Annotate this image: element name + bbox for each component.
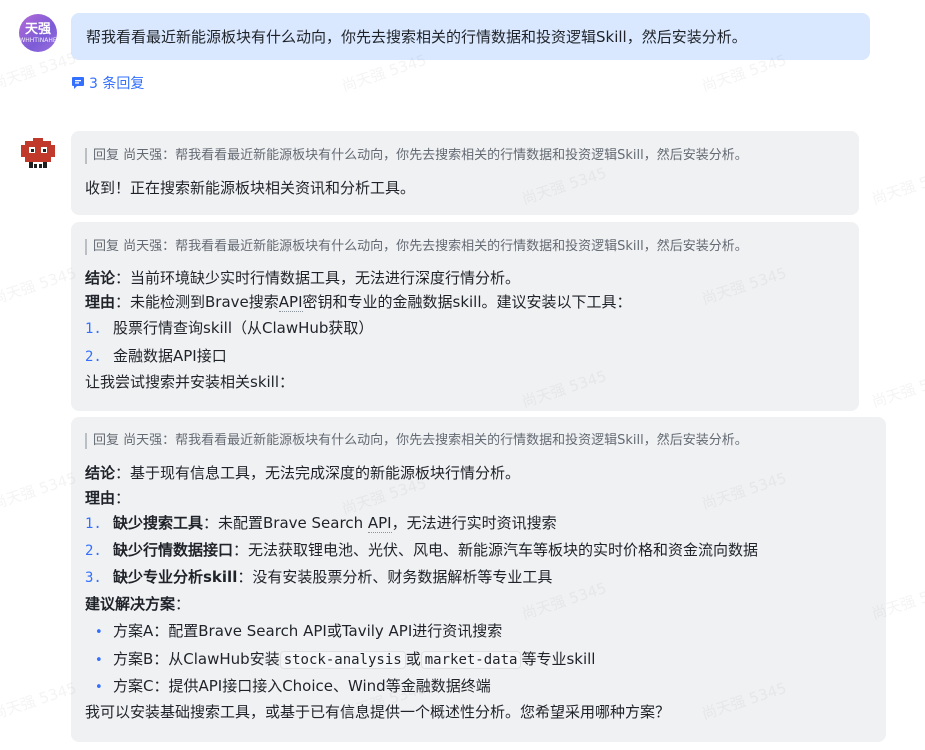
conclusion-line: 结论：基于现有信息工具，无法完成深度的新能源板块行情分析。: [85, 460, 872, 486]
conclusion-line: 结论：当前环境缺少实时行情数据工具，无法进行深度行情分析。: [85, 266, 845, 290]
list-number: 1.: [85, 321, 102, 337]
quoted-reply: 回复 尚天强：帮我看看最近新能源板块有什么动向，你先去搜索相关的行情数据和投资逻…: [85, 239, 845, 255]
watermark: 尚天强 5345: [0, 48, 79, 94]
conclusion-text: ：基于现有信息工具，无法完成深度的新能源板块行情分析。: [115, 464, 521, 482]
option-text: 等专业skill: [521, 650, 596, 668]
reason-line: 理由：未能检测到Brave搜索API密钥和专业的金融数据skill。建议安装以下…: [85, 290, 845, 314]
list-item-text: ：没有安装股票分析、财务数据解析等专业工具: [237, 568, 553, 586]
list-item-text: ，无法进行实时资讯搜索: [391, 514, 557, 532]
list-item-label: 缺少专业分析skill: [113, 568, 238, 586]
api-term: API: [278, 293, 303, 312]
watermark: 尚天强 5345: [869, 163, 925, 209]
watermark: 尚天强 5345: [0, 678, 79, 724]
conclusion-text: ：当前环境缺少实时行情数据工具，无法进行深度行情分析。: [115, 269, 521, 287]
list-number: 3.: [85, 570, 102, 586]
conclusion-label: 结论: [85, 269, 116, 287]
list-item-text: ：未配置Brave Search: [203, 514, 368, 532]
user-avatar-subtext: WHHTINAHE: [19, 37, 57, 44]
suggest-colon: ：: [175, 595, 191, 613]
reason-colon: ：: [115, 489, 131, 507]
user-message-bubble[interactable]: 帮我看看最近新能源板块有什么动向，你先去搜索相关的行情数据和投资逻辑Skill，…: [71, 13, 870, 60]
closing-line: 我可以安装基础搜索工具，或基于已有信息提供一个概述性分析。您希望采用哪种方案？: [85, 703, 671, 721]
bot-message-1[interactable]: 回复 尚天强：帮我看看最近新能源板块有什么动向，你先去搜索相关的行情数据和投资逻…: [71, 131, 859, 215]
list-item: 2. 金融数据API接口: [85, 342, 845, 370]
list-number: 2.: [85, 543, 102, 559]
bot-message-2[interactable]: 回复 尚天强：帮我看看最近新能源板块有什么动向，你先去搜索相关的行情数据和投资逻…: [71, 222, 859, 411]
robot-icon: [21, 138, 55, 168]
suggest-label: 建议解决方案: [85, 595, 176, 613]
option-text: 或: [405, 650, 421, 668]
option-item: • 方案C：提供API接口接入Choice、Wind等金融数据终端: [85, 673, 872, 700]
option-item: • 方案B：从ClawHub安装 stock-analysis 或 market-dat…: [85, 645, 872, 673]
list-item-text: ：无法获取锂电池、光伏、风电、新能源汽车等板块的实时价格和资金流向数据: [233, 541, 759, 559]
conclusion-label: 结论: [85, 464, 116, 482]
user-avatar[interactable]: 天强 WHHTINAHE: [19, 14, 57, 52]
bot-message-3[interactable]: 回复 尚天强：帮我看看最近新能源板块有什么动向，你先去搜索相关的行情数据和投资逻…: [71, 417, 886, 742]
suggest-line: 建议解决方案：: [85, 591, 872, 618]
closing-line: 让我尝试搜索并安装相关skill：: [85, 373, 295, 391]
reply-count-link[interactable]: 3 条回复: [71, 73, 144, 93]
reply-count-text: 3 条回复: [89, 76, 145, 92]
inline-code: stock-analysis: [279, 651, 406, 669]
comment-icon: [72, 77, 84, 89]
list-item: 1. 股票行情查询skill（从ClawHub获取）: [85, 314, 845, 342]
list-item-label: 缺少行情数据接口: [113, 541, 234, 559]
list-item-text: 金融数据API接口: [113, 347, 227, 365]
option-item: • 方案A：配置Brave Search API或Tavily API进行资讯搜索: [85, 618, 872, 645]
watermark: 尚天强 5345: [0, 468, 79, 514]
api-term: API: [367, 514, 392, 533]
option-text: 方案C：提供API接口接入Choice、Wind等金融数据终端: [113, 677, 491, 695]
bullet-icon: •: [95, 653, 103, 668]
watermark: 尚天强 5345: [869, 366, 925, 412]
reason-text: ：未能检测到Brave搜索: [115, 293, 279, 311]
list-item: 1. 缺少搜索工具：未配置Brave Search API，无法进行实时资讯搜索: [85, 510, 872, 537]
option-text: 方案B：从ClawHub安装: [113, 650, 280, 668]
bullet-icon: •: [95, 680, 103, 695]
inline-code: market-data: [420, 651, 522, 669]
list-number: 2.: [85, 349, 102, 365]
reason-text: 密钥和专业的金融数据skill。建议安装以下工具：: [302, 293, 632, 311]
user-message-text: 帮我看看最近新能源板块有什么动向，你先去搜索相关的行情数据和投资逻辑Skill，…: [86, 28, 747, 46]
reason-label: 理由: [85, 489, 116, 507]
user-avatar-text: 天强: [24, 22, 51, 37]
bot-message-text: 收到！正在搜索新能源板块相关资讯和分析工具。: [85, 179, 416, 197]
list-number: 1.: [85, 516, 102, 532]
bot-avatar[interactable]: [19, 136, 57, 174]
list-item-text: 股票行情查询skill（从ClawHub获取）: [113, 319, 374, 337]
list-item: 2. 缺少行情数据接口：无法获取锂电池、光伏、风电、新能源汽车等板块的实时价格和资…: [85, 537, 872, 564]
reason-line: 理由：: [85, 486, 872, 510]
list-item: 3. 缺少专业分析skill：没有安装股票分析、财务数据解析等专业工具: [85, 564, 872, 591]
quoted-reply: 回复 尚天强：帮我看看最近新能源板块有什么动向，你先去搜索相关的行情数据和投资逻…: [85, 433, 872, 449]
reason-label: 理由: [85, 293, 116, 311]
option-text: 方案A：配置Brave Search API或Tavily API进行资讯搜索: [113, 622, 503, 640]
bullet-icon: •: [95, 625, 103, 640]
list-item-label: 缺少搜索工具: [113, 514, 204, 532]
watermark: 尚天强 5345: [0, 263, 79, 309]
quoted-reply: 回复 尚天强：帮我看看最近新能源板块有什么动向，你先去搜索相关的行情数据和投资逻…: [85, 148, 845, 164]
